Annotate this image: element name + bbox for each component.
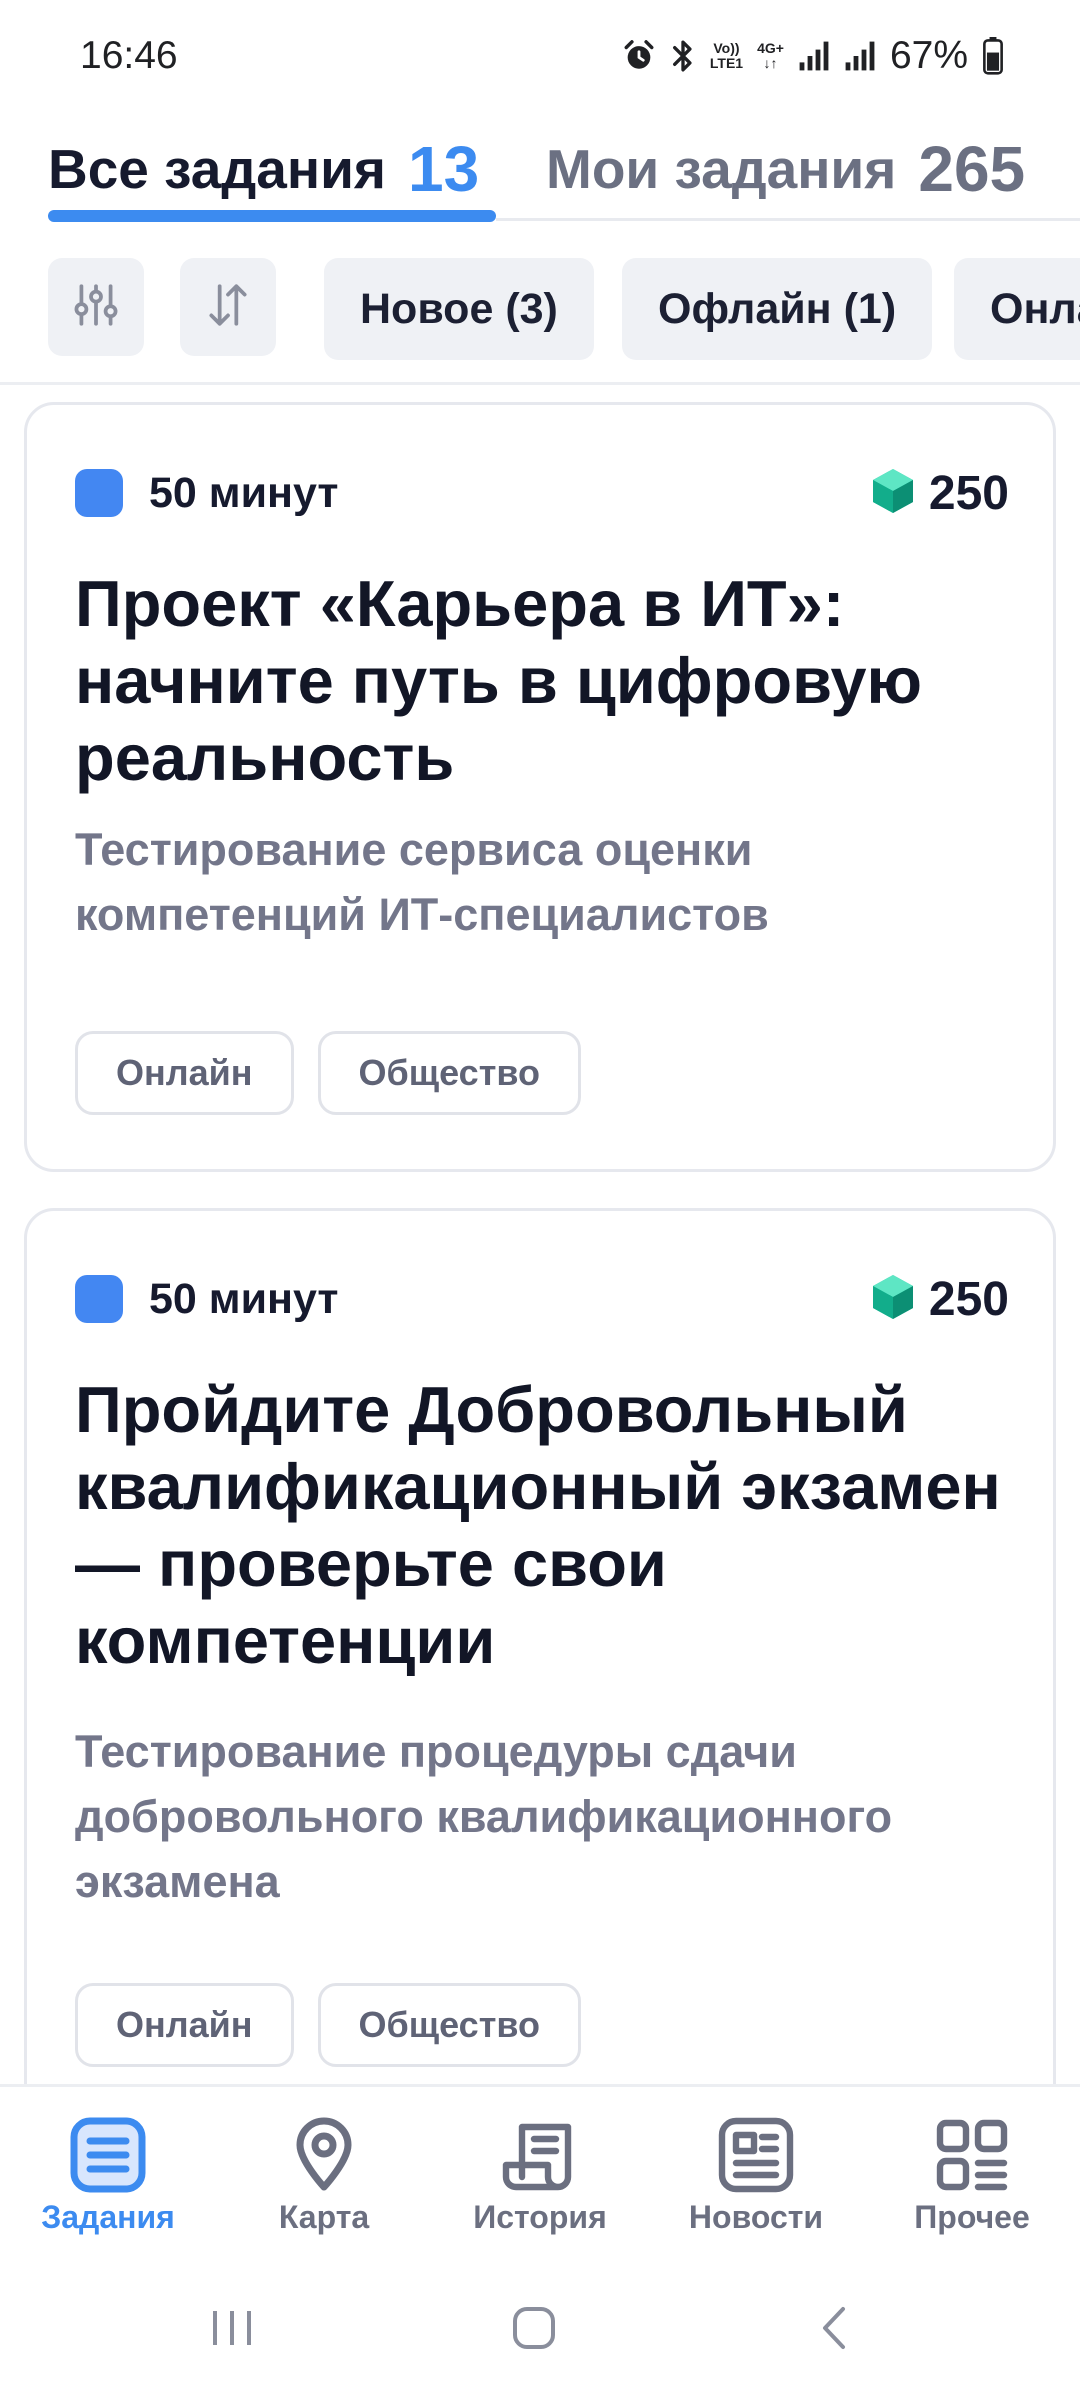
battery-icon [982,37,1004,75]
status-time: 16:46 [80,34,178,77]
nav-map[interactable]: Карта [224,2115,424,2236]
task-tabs: Все задания 13 Мои задания 265 [0,118,1080,230]
task-duration-row: 50 минут [75,1273,339,1325]
bottom-navigation: Задания Карта История Новости Прочее [0,2084,1080,2254]
gem-icon [871,1273,915,1326]
sliders-icon [71,280,121,335]
task-title: Проект «Карьера в ИТ»: начните путь в ци… [75,567,923,794]
history-icon [502,2115,578,2195]
filter-bar: Новое (3) Офлайн (1) Онлайн [0,258,1080,362]
more-icon [934,2115,1010,2195]
task-points: 250 [871,1271,1009,1327]
tab-all-tasks[interactable]: Все задания 13 [48,118,479,220]
volte-bottom: LTE1 [709,55,744,71]
status-bar: 16:46 Vo)) LTE1 4G+ ↓↑ 67% [0,0,1080,112]
network-indicator: 4G+ ↓↑ [757,41,784,71]
nav-news-label: Новости [688,2199,824,2235]
task-description: Тестирование процедуры сдачи добровольно… [75,1726,893,1907]
tag-society[interactable]: Общество [317,1031,581,1115]
signal-1-icon [798,40,830,72]
nav-tasks[interactable]: Задания [8,2115,208,2236]
recents-icon [207,2303,257,2358]
back-icon [811,2303,861,2358]
tag-online[interactable]: Онлайн [75,1983,294,2067]
nav-news[interactable]: Новости [656,2115,856,2236]
map-pin-icon [292,2115,356,2195]
task-duration-row: 50 минут [75,467,339,519]
nav-history-label: История [473,2199,607,2235]
task-duration: 50 минут [149,1274,339,1323]
tab-all-tasks-label: Все задания [48,138,387,200]
chip-online[interactable]: Онлайн [954,258,1080,360]
alarm-icon [622,39,656,73]
sort-button[interactable] [180,258,276,356]
task-points-value: 250 [928,466,1009,520]
status-dot [75,469,123,517]
volte-indicator: Vo)) LTE1 [710,41,743,71]
tabs-divider [496,218,1080,221]
filter-button[interactable] [48,258,144,356]
signal-2-icon [844,40,876,72]
network-type: 4G+ [757,40,784,56]
tag-online[interactable]: Онлайн [75,1031,294,1115]
tab-all-tasks-count: 13 [408,133,480,205]
nav-history[interactable]: История [440,2115,640,2236]
status-icons: Vo)) LTE1 4G+ ↓↑ 67% [622,30,1004,82]
system-navigation-bar [0,2254,1080,2400]
nav-more-label: Прочее [914,2199,1030,2235]
home-icon [509,2303,559,2358]
chip-new[interactable]: Новое (3) [324,258,594,360]
sort-icon [203,280,253,335]
tab-my-tasks-count: 265 [918,133,1026,205]
recents-button[interactable] [182,2300,282,2360]
nav-more[interactable]: Прочее [872,2115,1072,2236]
tab-my-tasks[interactable]: Мои задания 265 [546,118,1025,220]
nav-map-label: Карта [278,2199,370,2235]
task-card[interactable]: 50 минут 250 Пройдите Добровольный квали… [24,1208,1056,2148]
filters-divider [0,382,1080,385]
battery-percent: 67% [889,34,968,77]
chip-offline[interactable]: Офлайн (1) [622,258,933,360]
data-arrows-icon: ↓↑ [763,55,778,71]
active-tab-indicator [48,210,496,222]
volte-top: Vo)) [713,40,740,56]
task-tags: Онлайн Общество [75,1983,581,2067]
tag-society[interactable]: Общество [317,1983,581,2067]
task-tags: Онлайн Общество [75,1031,581,1115]
nav-tasks-label: Задания [41,2199,175,2235]
home-button[interactable] [484,2300,584,2360]
back-button[interactable] [786,2300,886,2360]
task-points: 250 [871,465,1009,521]
bluetooth-icon [670,38,696,74]
task-card[interactable]: 50 минут 250 Проект «Карьера в ИТ»: начн… [24,402,1056,1172]
task-points-value: 250 [928,1272,1009,1326]
gem-icon [871,467,915,520]
task-description: Тестирование сервиса оценки компетенций … [75,824,769,940]
tab-my-tasks-label: Мои задания [546,138,897,200]
list-icon [70,2115,146,2195]
news-icon [718,2115,794,2195]
task-duration: 50 минут [149,468,339,517]
task-title: Пройдите Добровольный квалификационный э… [75,1373,1001,1677]
status-dot [75,1275,123,1323]
